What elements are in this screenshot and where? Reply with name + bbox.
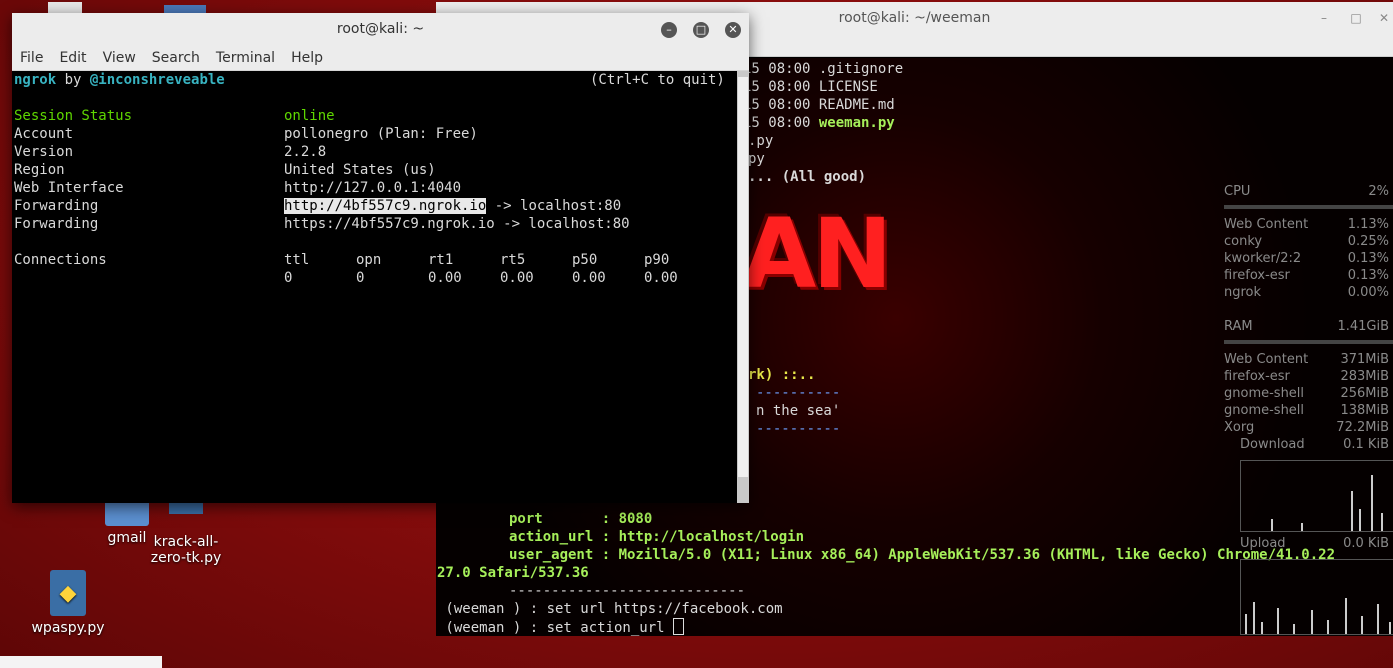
terminal-line: 15 08:00 weeman.py	[743, 115, 895, 131]
terminal-line: (weeman ) : set url https://facebook.com	[437, 601, 783, 617]
terminal-prompt[interactable]: (weeman ) : set action_url	[437, 618, 685, 636]
row-value: http://127.0.0.1:4040	[284, 180, 462, 196]
terminal-line: n the sea'	[756, 403, 841, 419]
menu-help[interactable]: Help	[283, 47, 331, 66]
quit-hint: (Ctrl+C to quit)	[590, 72, 725, 88]
cpu-bar	[1224, 205, 1393, 209]
minimize-icon[interactable]: –	[661, 22, 677, 38]
conky-monitor: CPU 2% Web Content 1.13% conky 0.25% kworke…	[1224, 184, 1393, 635]
terminal-line: user_agent : Mozilla/5.0 (X11; Linux x86…	[509, 547, 1336, 563]
menu-bar: File Edit View Search Terminal Help	[12, 47, 749, 71]
upload-graph	[1240, 559, 1393, 635]
row-value: 2.2.8	[284, 144, 327, 160]
row-value: online	[284, 108, 335, 124]
terminal-line: ... (All good)	[748, 169, 867, 185]
scrollbar[interactable]	[737, 71, 749, 503]
process-row: ngrok 0.00%	[1224, 285, 1389, 300]
conn-value: 0.00	[572, 270, 606, 286]
download-graph	[1240, 460, 1393, 532]
titlebar[interactable]: root@kali: ~ – □ ✕	[12, 13, 749, 47]
process-row: gnome-shell 256MiB	[1224, 386, 1389, 401]
terminal-line: 15 08:00 LICENSE	[743, 79, 878, 95]
cursor	[673, 618, 685, 635]
terminal-content[interactable]: ngrok by @inconshreveable (Ctrl+C to qui…	[14, 71, 734, 503]
row-key: Forwarding	[14, 216, 99, 232]
terminal-line: ----------------------------	[509, 583, 746, 599]
ngrok-header: ngrok by @inconshreveable	[14, 72, 225, 88]
cpu-row: CPU 2%	[1224, 184, 1389, 199]
conn-header: rt1	[428, 252, 454, 268]
terminal-line: 27.0 Safari/537.36	[437, 565, 589, 581]
selected-url[interactable]: http://4bf557c9.ngrok.io	[284, 198, 487, 214]
terminal-window-ngrok[interactable]: root@kali: ~ – □ ✕ File Edit View Search Ter…	[12, 13, 749, 503]
close-icon[interactable]: ✕	[725, 22, 741, 38]
process-row: Web Content 371MiB	[1224, 352, 1389, 367]
conn-header: opn	[356, 252, 382, 268]
menu-search[interactable]: Search	[144, 47, 208, 66]
maximize-icon[interactable]: □	[693, 22, 709, 38]
minimize-icon[interactable]: –	[1317, 11, 1331, 25]
conn-value: 0	[284, 270, 293, 286]
process-row: firefox-esr 283MiB	[1224, 369, 1389, 384]
terminal-line: ----------	[756, 421, 841, 437]
row-key: Version	[14, 144, 74, 160]
process-row: Web Content 1.13%	[1224, 217, 1389, 232]
conn-header: p90	[644, 252, 670, 268]
conn-header: ttl	[284, 252, 310, 268]
conn-header: p50	[572, 252, 598, 268]
menu-file[interactable]: File	[12, 47, 51, 66]
terminal-line: ----------	[756, 385, 841, 401]
process-row: Xorg 72.2MiB	[1224, 420, 1389, 435]
close-icon[interactable]: ✕	[1377, 11, 1391, 25]
download-row: Download 0.1 KiB	[1240, 437, 1389, 452]
menu-edit[interactable]: Edit	[51, 47, 94, 66]
row-key: Web Interface	[14, 180, 124, 196]
conn-value: 0.00	[644, 270, 678, 286]
terminal-line: 15 08:00 .gitignore	[743, 61, 904, 77]
desktop-icon-label: wpaspy.py	[31, 620, 105, 636]
process-row: kworker/2:2 0.13%	[1224, 251, 1389, 266]
desktop-icon-krack[interactable]: krack-all- zero-tk.py	[146, 496, 226, 582]
row-value: http://4bf557c9.ngrok.io -> localhost:80	[284, 198, 622, 214]
conn-value: 0.00	[500, 270, 534, 286]
weeman-ascii-banner: AN	[742, 198, 893, 310]
row-value: pollonegro (Plan: Free)	[284, 126, 478, 142]
process-row: firefox-esr 0.13%	[1224, 268, 1389, 283]
process-row: conky 0.25%	[1224, 234, 1389, 249]
terminal-line: rk) ::..	[748, 367, 816, 383]
desktop-icon-wpaspy[interactable]: ◆ wpaspy.py	[28, 570, 108, 636]
python-file-icon: ◆	[50, 570, 86, 616]
ram-bar	[1224, 340, 1393, 344]
menu-view[interactable]: View	[95, 47, 144, 66]
taskbar-fragment	[0, 656, 162, 668]
menu-terminal[interactable]: Terminal	[208, 47, 283, 66]
connections-label: Connections	[14, 252, 107, 268]
row-key: Forwarding	[14, 198, 99, 214]
row-key: Region	[14, 162, 65, 178]
terminal-line: 15 08:00 README.md	[743, 97, 895, 113]
conn-value: 0.00	[428, 270, 462, 286]
terminal-line: py	[748, 151, 765, 167]
scrollbar-thumb[interactable]	[738, 77, 748, 477]
conn-header: rt5	[500, 252, 526, 268]
row-value: United States (us)	[284, 162, 436, 178]
window-title: root@kali: ~	[336, 21, 425, 37]
desktop-icon-label: krack-all- zero-tk.py	[150, 534, 222, 566]
terminal-line: port : 8080	[509, 511, 653, 527]
conn-value: 0	[356, 270, 365, 286]
upload-row: Upload 0.0 KiB	[1240, 536, 1389, 551]
row-key: Account	[14, 126, 74, 142]
row-value: https://4bf557c9.ngrok.io -> localhost:8…	[284, 216, 630, 232]
maximize-icon[interactable]: □	[1349, 11, 1363, 25]
row-key: Session Status	[14, 108, 133, 124]
process-row: gnome-shell 138MiB	[1224, 403, 1389, 418]
terminal-line: .py	[748, 133, 774, 149]
terminal-line: action_url : http://localhost/login	[509, 529, 805, 545]
ram-row: RAM 1.41GiB	[1224, 319, 1389, 334]
